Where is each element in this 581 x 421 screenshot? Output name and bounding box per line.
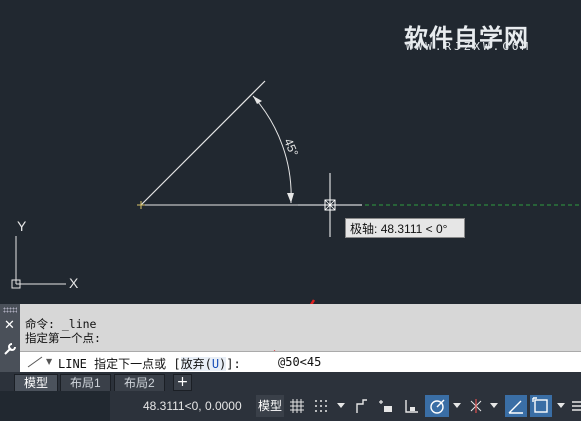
- command-input[interactable]: @50<45: [278, 355, 321, 369]
- add-layout-button[interactable]: +: [173, 374, 192, 391]
- chevron-down-icon[interactable]: ▼: [46, 357, 52, 366]
- watermark-url: WWW.RJZXW.COM: [406, 40, 532, 53]
- ucs-y-label: Y: [17, 218, 27, 234]
- angle-label: 45°: [281, 136, 301, 158]
- arc-arrow-top: [253, 96, 262, 104]
- coordinates-readout[interactable]: 48.3111<0, 0.0000: [143, 399, 242, 413]
- undo-option[interactable]: 放弃(U): [180, 357, 227, 371]
- lineweight-icon[interactable]: [569, 395, 581, 417]
- tooltip-value: 48.3111 < 0°: [380, 222, 448, 236]
- status-bar: 48.3111<0, 0.0000 模型: [0, 391, 581, 421]
- chevron-down-icon[interactable]: [337, 403, 345, 408]
- object-snap-tracking-button[interactable]: [505, 395, 527, 417]
- undo-option-label: 放弃(: [180, 357, 212, 371]
- prompt-end: ]:: [226, 357, 241, 371]
- layout-tabs: 模型 布局1 布局2 +: [0, 372, 581, 391]
- tab-layout2[interactable]: 布局2: [114, 374, 165, 391]
- polar-tooltip: 极轴: 48.3111 < 0°: [345, 218, 465, 238]
- status-spacer: [0, 391, 110, 421]
- model-space-button[interactable]: 模型: [256, 395, 284, 417]
- grid-icon[interactable]: [287, 395, 307, 417]
- dynamic-input-icon[interactable]: [375, 395, 395, 417]
- tab-model[interactable]: 模型: [14, 374, 59, 391]
- object-snap-button[interactable]: [530, 395, 552, 417]
- undo-option-key: U: [211, 357, 220, 371]
- command-line-panel: ✕ 命令: _line 指定第一个点: ▼ LINE 指定下一点或 [放弃(U)]…: [0, 304, 581, 373]
- ucs-x-label: X: [69, 275, 79, 291]
- snap-tracking-icon: [508, 400, 523, 414]
- snap-icon[interactable]: [311, 395, 331, 417]
- line-tool-icon: [27, 356, 43, 368]
- tab-layout1[interactable]: 布局1: [60, 374, 111, 391]
- ortho-icon[interactable]: [401, 395, 421, 417]
- chevron-down-icon[interactable]: [490, 403, 498, 408]
- polar-tracking-button[interactable]: [425, 395, 449, 417]
- command-input-row[interactable]: ▼ LINE 指定下一点或 [放弃(U)]: @50<45: [20, 351, 581, 373]
- command-prompt: LINE 指定下一点或 [放弃(U)]:: [58, 355, 241, 372]
- infer-constraints-icon[interactable]: [351, 395, 371, 417]
- line-segment-45: [140, 80, 266, 206]
- ucs-icon: Y X: [11, 218, 79, 291]
- chevron-down-icon[interactable]: [453, 403, 461, 408]
- prompt-text: LINE 指定下一点或 [: [58, 357, 181, 371]
- polar-tracking-icon: [430, 399, 445, 414]
- object-snap-icon: [532, 397, 548, 413]
- arc-arrow-bottom: [287, 193, 294, 203]
- isodraft-icon[interactable]: [466, 395, 486, 417]
- drawing-canvas[interactable]: 45° Y X 软件自学网 WWW.RJZXW.COM 极轴: 48.3111 …: [0, 0, 581, 304]
- tooltip-label: 极轴:: [350, 222, 378, 236]
- chevron-down-icon[interactable]: [557, 403, 565, 408]
